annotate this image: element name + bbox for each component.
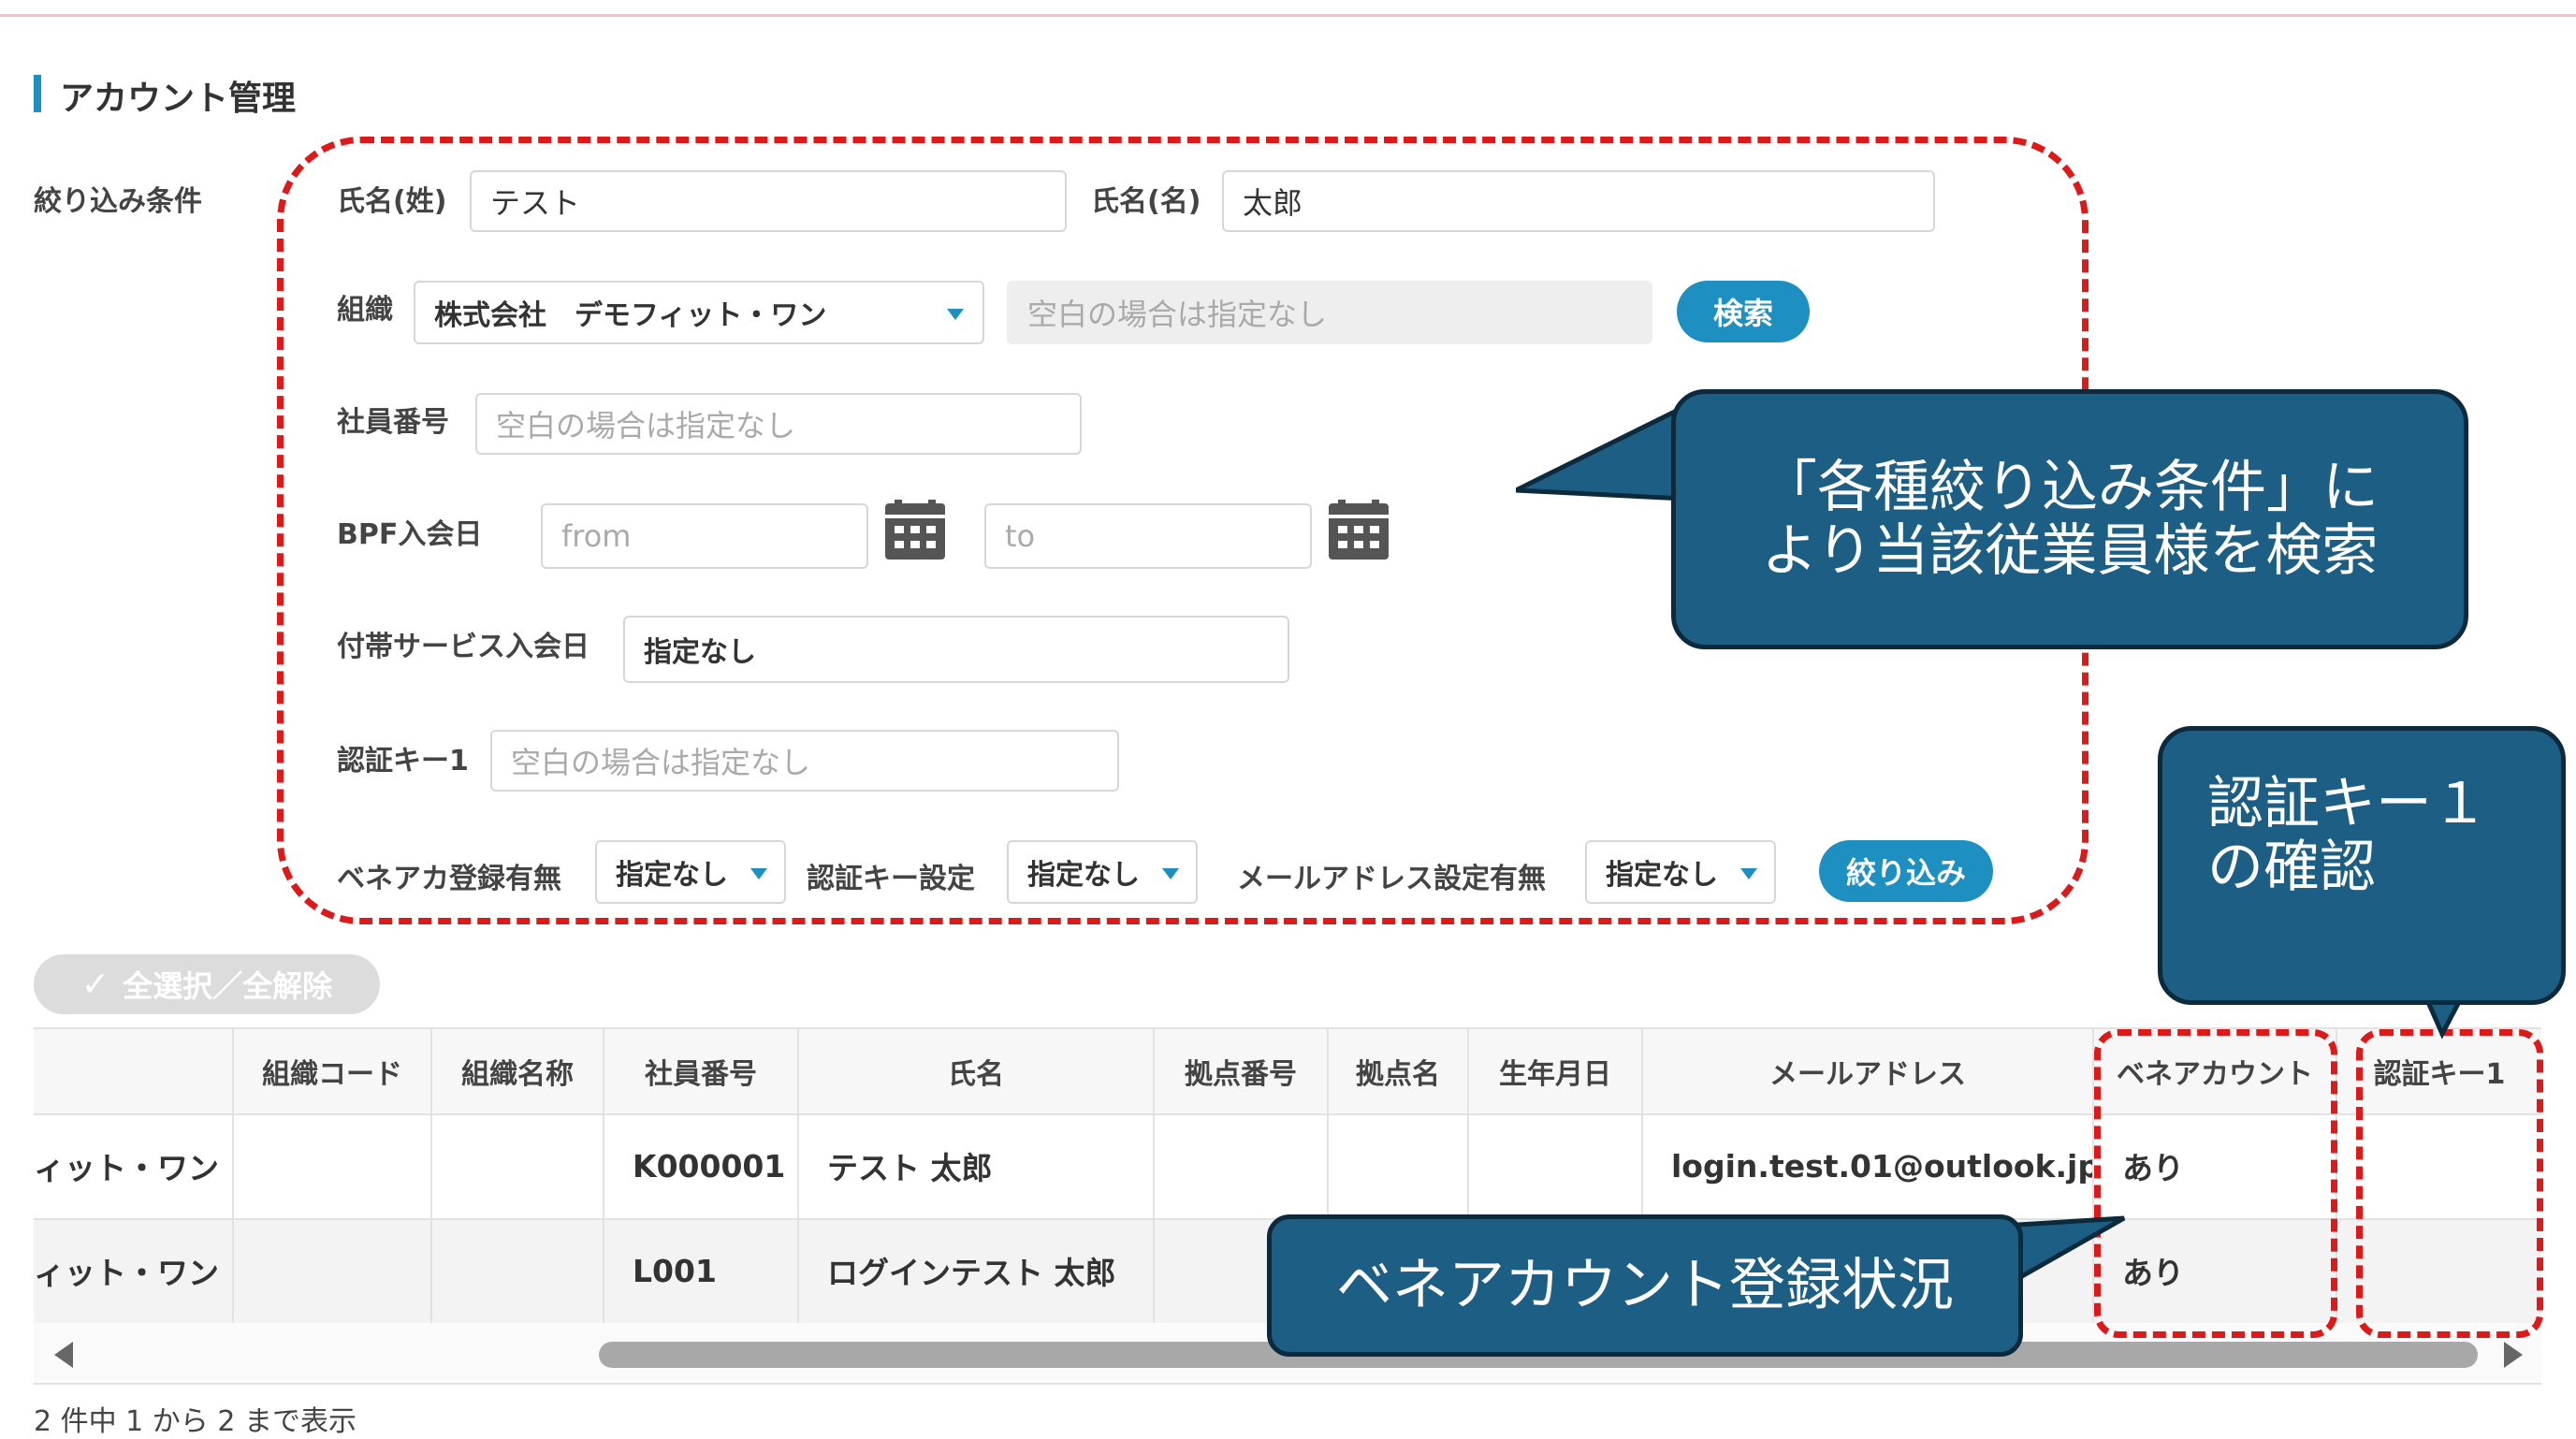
top-border <box>0 0 2576 17</box>
cell-name: テスト 太郎 <box>799 1113 1155 1218</box>
cell-site-name <box>1329 1113 1469 1218</box>
cell-email: login.test.01@outlook.jp <box>1643 1113 2094 1218</box>
select-all-button[interactable]: ✓ 全選択／全解除 <box>34 954 380 1014</box>
cell-employee-no: K000001 <box>604 1113 799 1218</box>
cell-employee-no: L001 <box>604 1218 799 1323</box>
filter-section-label: 絞り込み条件 <box>34 185 202 218</box>
cell-site-no <box>1155 1113 1329 1218</box>
search-callout-line1: 「各種絞り込み条件」に <box>1761 455 2379 520</box>
cell-org-code <box>234 1113 432 1218</box>
cell-org-code <box>234 1218 432 1323</box>
cell-birth <box>1469 1113 1643 1218</box>
search-callout: 「各種絞り込み条件」に より当該従業員様を検索 <box>1671 389 2468 649</box>
auth-callout-line1: 認証キー１ <box>2207 771 2488 836</box>
bene-callout-text: ベネアカウント登録状況 <box>1336 1253 1954 1318</box>
auth-callout: 認証キー１ の確認 <box>2158 726 2566 1005</box>
cell-org-tail: ィット・ワン <box>34 1218 234 1323</box>
header-site-no[interactable]: 拠点番号 <box>1155 1029 1329 1113</box>
check-icon: ✓ <box>80 965 110 1004</box>
scroll-left-icon[interactable] <box>54 1342 73 1368</box>
cell-org-name <box>432 1218 604 1323</box>
pagination-info: 2 件中 1 から 2 まで表示 <box>34 1405 357 1438</box>
header-org-name[interactable]: 組織名称 <box>432 1029 604 1113</box>
header-site-name[interactable]: 拠点名 <box>1329 1029 1469 1113</box>
bene-callout: ベネアカウント登録状況 <box>1267 1214 2023 1357</box>
cell-org-tail: ィット・ワン <box>34 1113 234 1218</box>
search-callout-line2: より当該従業員様を検索 <box>1761 518 2379 584</box>
title-accent-bar <box>34 75 41 112</box>
cell-org-name <box>432 1113 604 1218</box>
header-name[interactable]: 氏名 <box>799 1029 1155 1113</box>
header-birth[interactable]: 生年月日 <box>1469 1029 1643 1113</box>
page-title: アカウント管理 <box>60 80 297 118</box>
scroll-right-icon[interactable] <box>2504 1342 2523 1368</box>
header-org-tail <box>34 1029 234 1113</box>
auth-callout-line2: の確認 <box>2207 835 2376 900</box>
auth-key-column-highlight <box>2356 1029 2543 1338</box>
header-email[interactable]: メールアドレス <box>1643 1029 2094 1113</box>
cell-name: ログインテスト 太郎 <box>799 1218 1155 1323</box>
select-all-label: 全選択／全解除 <box>123 968 333 1004</box>
header-org-code[interactable]: 組織コード <box>234 1029 432 1113</box>
header-employee-no[interactable]: 社員番号 <box>604 1029 799 1113</box>
